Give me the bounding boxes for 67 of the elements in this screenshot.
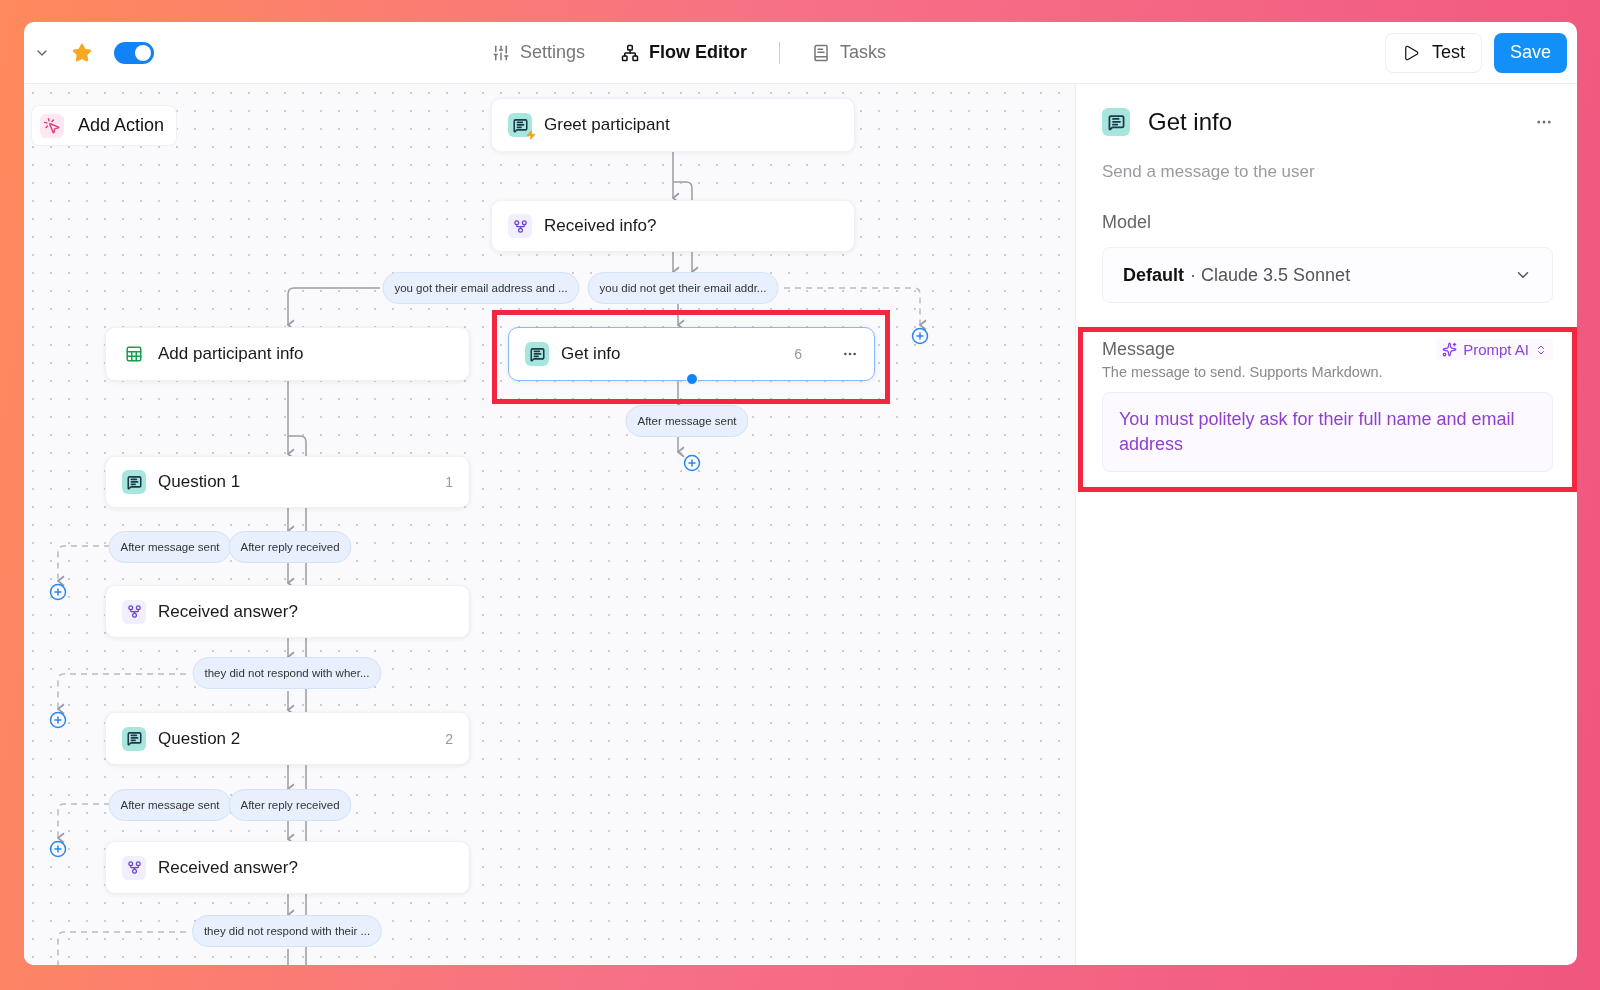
lightning-icon [526, 130, 536, 140]
edge-label[interactable]: they did not respond with wher... [192, 657, 382, 689]
add-step-icon[interactable] [49, 840, 67, 858]
node-title: Get info [561, 344, 621, 364]
pointer-click-icon [40, 113, 64, 138]
edge-label[interactable]: After message sent [625, 405, 749, 437]
chat-icon [1107, 113, 1125, 131]
model-select[interactable]: Default · Claude 3.5 Sonnet [1102, 247, 1553, 303]
edge-label[interactable]: After reply received [228, 789, 352, 821]
tab[interactable]: Flow Editor [603, 36, 766, 69]
node-title: Received answer? [158, 857, 298, 878]
add-step-icon[interactable] [911, 327, 929, 345]
flow-node[interactable]: Received answer? [105, 841, 470, 894]
edge-label[interactable]: After message sent [108, 789, 232, 821]
flow-node[interactable]: Received info? [491, 200, 855, 252]
edge-label[interactable]: After message sent [108, 531, 232, 563]
edge-label[interactable]: After reply received [228, 531, 352, 563]
toggle-switch[interactable] [114, 41, 154, 64]
flow-node[interactable]: Question 2 2 [105, 712, 470, 765]
add-step-icon[interactable] [683, 454, 701, 472]
prompt-ai-button[interactable]: Prompt AI [1436, 339, 1553, 360]
chat-icon [529, 346, 545, 362]
node-count: 1 [445, 474, 453, 490]
connector-line [57, 803, 111, 844]
node-title: Question 1 [158, 472, 241, 492]
edge-label[interactable]: they did not respond with their ... [191, 915, 383, 947]
node-title: Received info? [544, 216, 657, 236]
up-down-chevron-icon [1535, 343, 1547, 356]
spreadsheet-icon [125, 345, 143, 363]
branch-icon [512, 218, 528, 234]
edge-label[interactable]: you got their email address and ... [382, 272, 580, 304]
test-button[interactable]: Test [1384, 32, 1482, 73]
connector-line [57, 545, 111, 587]
branch-icon [126, 860, 142, 875]
node-title: Greet participant [544, 115, 670, 135]
chat-icon [512, 117, 528, 133]
star-icon[interactable] [72, 42, 92, 63]
flow-node[interactable]: Received answer? [105, 585, 470, 638]
flow-node[interactable]: Greet participant [491, 98, 855, 152]
message-field[interactable]: You must politely ask for their full name and email address [1102, 392, 1553, 472]
chat-icon [126, 731, 142, 746]
add-step-icon[interactable] [49, 583, 67, 601]
panel-title: Get info [1148, 108, 1233, 136]
add-action-button[interactable]: Add Action [31, 105, 178, 146]
tab[interactable]: Settings [474, 36, 604, 69]
edge-label[interactable]: you did not get their email addr... [587, 272, 779, 304]
message-label: Message [1102, 339, 1176, 360]
node-count: 2 [445, 730, 453, 747]
sparkles-icon [1442, 342, 1458, 357]
node-title: Received answer? [158, 601, 298, 622]
sliders-icon [492, 43, 510, 62]
flow-node[interactable]: Question 1 1 [105, 456, 470, 508]
network-icon [621, 43, 640, 62]
connector-line [677, 434, 685, 458]
message-hint: The message to send. Supports Markdown. [1102, 364, 1384, 380]
panel-description: Send a message to the user [1102, 162, 1316, 182]
add-step-icon[interactable] [49, 711, 67, 729]
node-title: Question 2 [158, 728, 241, 749]
connection-handle[interactable] [685, 373, 698, 385]
node-count: 6 [794, 346, 802, 362]
chat-icon [126, 474, 142, 490]
flow-node[interactable]: Add participant info [105, 327, 470, 381]
branch-icon [126, 604, 142, 619]
node-title: Add participant info [158, 344, 304, 364]
model-label: Model [1102, 212, 1153, 233]
tab[interactable]: Tasks [794, 36, 905, 69]
notebook-icon [812, 43, 831, 62]
